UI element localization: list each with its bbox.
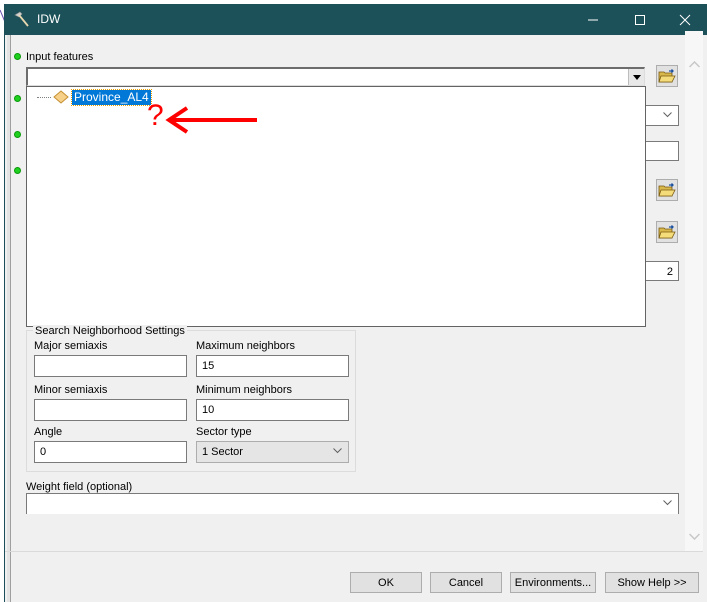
input-features-browse-button[interactable]: [656, 65, 678, 87]
scroll-down-button[interactable]: [685, 527, 703, 545]
tree-connector: [37, 96, 51, 98]
open-folder-icon: [658, 183, 676, 197]
major-semiaxis-input[interactable]: [34, 355, 187, 377]
hammer-icon: [14, 11, 29, 27]
cancel-button[interactable]: Cancel: [430, 572, 502, 593]
scroll-up-button[interactable]: [685, 55, 703, 73]
weight-field-label: Weight field (optional): [26, 481, 133, 493]
maximize-icon: [635, 14, 645, 25]
sector-type-value: 1 Sector: [202, 446, 243, 458]
open-folder-icon: [658, 69, 676, 83]
chevron-down-icon: [688, 532, 700, 540]
dropdown-item[interactable]: Province_AL4: [37, 88, 152, 106]
point-layer-diamond-icon: [53, 90, 69, 104]
footer-separator: [5, 551, 703, 552]
title-bar: IDW: [5, 4, 707, 35]
major-semiaxis-label: Major semiaxis: [34, 340, 108, 352]
environments-button[interactable]: Environments...: [510, 572, 596, 593]
close-icon: [679, 14, 691, 25]
window-border: [7, 35, 11, 602]
minor-semiaxis-label: Minor semiaxis: [34, 384, 108, 396]
maximum-neighbors-input[interactable]: 15: [196, 355, 349, 377]
cell-size-browse-button[interactable]: [656, 221, 678, 243]
show-help-button[interactable]: Show Help >>: [605, 572, 699, 593]
minimum-neighbors-input[interactable]: 10: [196, 399, 349, 421]
required-bullet: [14, 95, 21, 102]
minimize-button[interactable]: [570, 4, 616, 35]
angle-input[interactable]: 0: [34, 441, 187, 463]
dropdown-item-label: Province_AL4: [71, 88, 152, 106]
caret-down-icon: [632, 74, 641, 80]
angle-label: Angle: [34, 426, 63, 438]
sector-type-select[interactable]: 1 Sector: [196, 441, 349, 463]
chevron-down-icon: [663, 500, 672, 506]
input-features-combobox[interactable]: [26, 67, 645, 86]
chevron-up-icon: [688, 60, 700, 68]
weight-field-combobox[interactable]: [26, 493, 679, 514]
required-bullet: [14, 53, 21, 60]
minor-semiaxis-input[interactable]: [34, 399, 187, 421]
ok-button[interactable]: OK: [350, 572, 422, 593]
search-neighborhood-legend: Search Neighborhood Settings: [33, 325, 187, 337]
chevron-down-icon: [663, 111, 672, 117]
window-title: IDW: [37, 12, 61, 26]
minimize-icon: [588, 19, 598, 20]
maximize-button[interactable]: [617, 4, 663, 35]
sector-type-label: Sector type: [196, 426, 252, 438]
chevron-down-icon: [333, 448, 342, 454]
required-bullet: [14, 167, 21, 174]
maximum-neighbors-label: Maximum neighbors: [196, 340, 296, 352]
minimum-neighbors-label: Minimum neighbors: [196, 384, 292, 396]
input-features-label: Input features: [26, 51, 94, 63]
input-features-dropdown-button[interactable]: [628, 69, 644, 85]
output-raster-browse-button[interactable]: [656, 179, 678, 201]
vertical-scrollbar[interactable]: [685, 31, 703, 551]
required-bullet: [14, 131, 21, 138]
input-features-dropdown-list[interactable]: Province_AL4: [26, 86, 646, 327]
open-folder-icon: [658, 225, 676, 239]
